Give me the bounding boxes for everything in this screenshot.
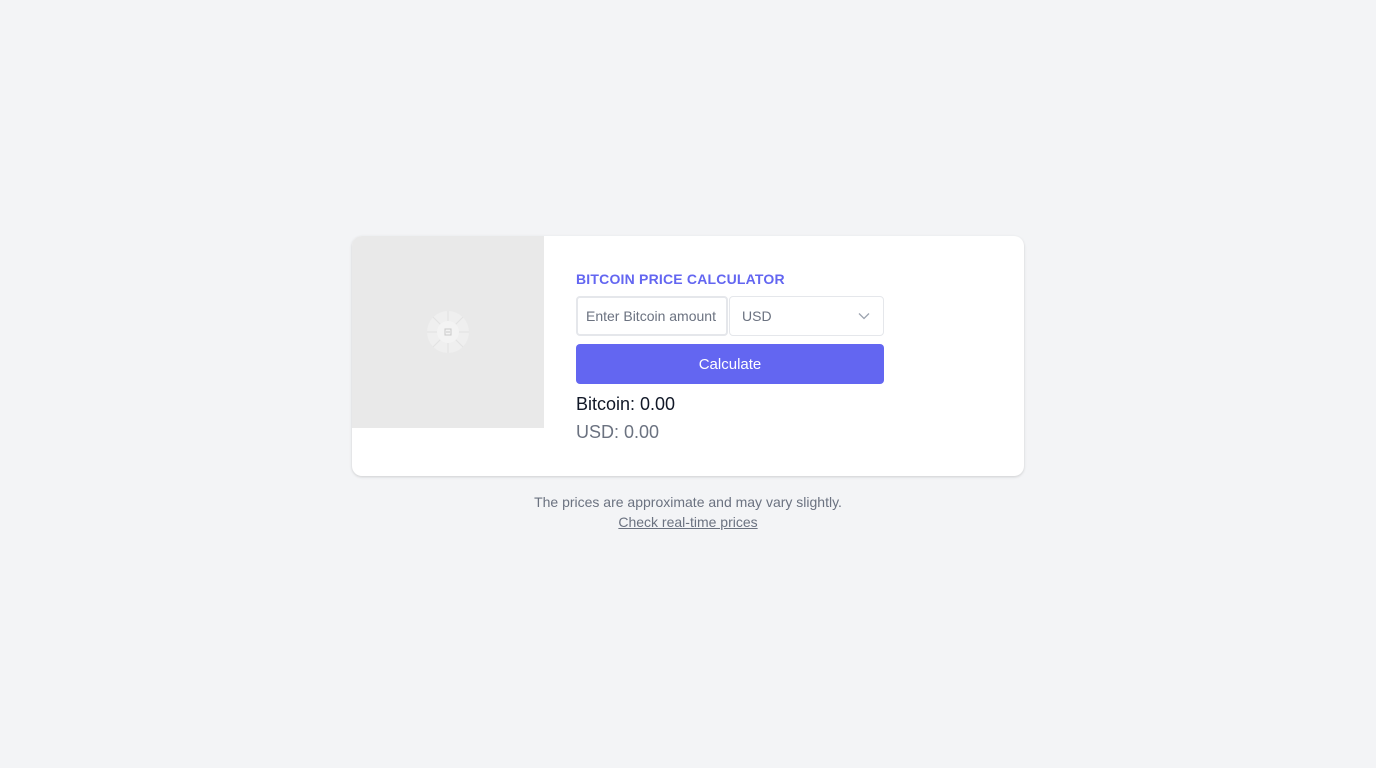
bitcoin-image-placeholder [352,236,544,428]
calculator-title: BITCOIN PRICE CALCULATOR [576,271,785,287]
disclaimer-text: The prices are approximate and may vary … [534,494,842,510]
calculator-inputs: USD [576,296,884,336]
chevron-down-icon [857,309,871,323]
calculator-card: BITCOIN PRICE CALCULATOR USD Calculate B… [352,236,1024,476]
image-placeholder-icon [427,311,469,353]
bitcoin-amount-input[interactable] [576,296,728,336]
fiat-result: USD: 0.00 [576,422,660,442]
calculator-content: BITCOIN PRICE CALCULATOR USD Calculate B… [576,268,996,442]
calculate-button[interactable]: Calculate [576,344,884,384]
currency-select[interactable]: USD [729,296,884,336]
real-time-prices-link[interactable]: Check real-time prices [618,514,757,530]
bitcoin-result: Bitcoin: 0.00 [576,394,676,414]
footer: The prices are approximate and may vary … [0,492,1376,532]
currency-select-value: USD [742,308,772,324]
